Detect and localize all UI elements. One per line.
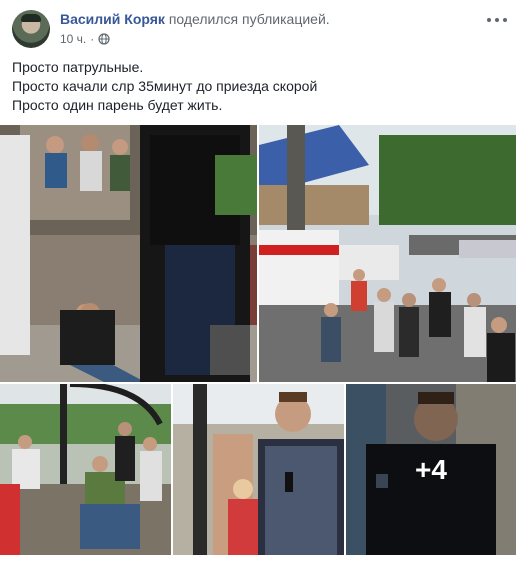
more-options-icon[interactable]: [487, 10, 507, 30]
post-text-line: Просто один парень будет жить.: [12, 97, 223, 113]
post-text: Просто патрульные. Просто качали слр 35м…: [12, 58, 317, 115]
post-meta: 10 ч. ·: [60, 32, 110, 46]
post-action-text: поделился публикацией.: [168, 11, 330, 27]
photo-street-ambulance[interactable]: [259, 125, 516, 382]
photo-officer-closeup[interactable]: +4: [346, 384, 516, 555]
photo-patrol-officer[interactable]: [173, 384, 344, 555]
meta-separator: ·: [90, 32, 95, 46]
post-header: Василий Коряк поделился публикацией. 10 …: [0, 0, 519, 52]
globe-icon[interactable]: [98, 33, 110, 45]
author-name-link[interactable]: Василий Коряк: [60, 11, 165, 27]
post-text-line: Просто патрульные.: [12, 59, 144, 75]
post-text-line: Просто качали слр 35минут до приезда ско…: [12, 78, 318, 94]
author-line: Василий Коряк поделился публикацией.: [60, 11, 330, 27]
author-avatar[interactable]: [12, 10, 50, 48]
post-timestamp[interactable]: 10 ч.: [60, 32, 86, 46]
photo-rescue-scene[interactable]: [0, 125, 257, 382]
more-photos-count: +4: [415, 453, 447, 485]
more-photos-overlay[interactable]: +4: [346, 384, 516, 555]
photo-crowd-bus-stop[interactable]: [0, 384, 171, 555]
